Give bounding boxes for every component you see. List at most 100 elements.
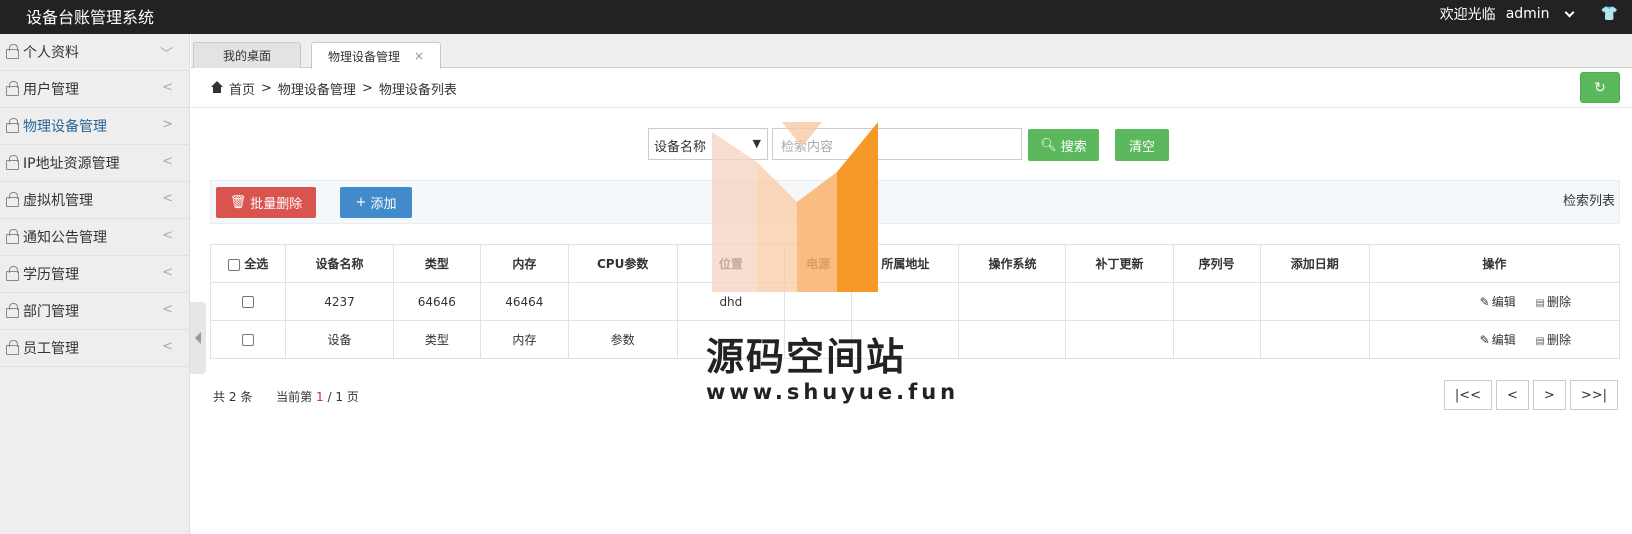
sidebar-item-label: 学历管理 — [23, 267, 79, 283]
sidebar-item-ip[interactable]: IP地址资源管理 < — [0, 145, 189, 182]
column-header: 操作系统 — [958, 244, 1067, 283]
row-actions: 编辑 删除 — [1368, 320, 1621, 359]
sidebar-collapse-toggle[interactable] — [190, 302, 206, 374]
chevron-left-icon: < — [162, 228, 173, 243]
trash-icon: 🗑︎ — [229, 195, 247, 210]
theme-icon[interactable]: 👕 — [1601, 6, 1618, 22]
select-all-label: 全选 — [244, 257, 269, 271]
sidebar-item-users[interactable]: 用户管理 < — [0, 71, 189, 108]
sidebar-item-label: 个人资料 — [23, 45, 79, 61]
batch-delete-button[interactable]: 🗑︎ 批量删除 — [216, 187, 316, 218]
breadcrumb-separator: > — [361, 81, 373, 96]
pagination-info: 共 2 条 当前第 1 / 1 页 — [213, 388, 359, 405]
chevron-right-icon: > — [162, 117, 173, 132]
table-cell — [1172, 320, 1261, 359]
refresh-button[interactable]: ↻ — [1580, 72, 1620, 103]
search-button-label: 搜索 — [1060, 139, 1087, 155]
last-page-button[interactable]: >>| — [1569, 380, 1618, 410]
page-suffix: 页 — [346, 390, 359, 404]
chevron-down-icon[interactable] — [1564, 7, 1575, 17]
search-list-label: 检索列表 — [1562, 194, 1615, 209]
clear-button-label: 清空 — [1128, 139, 1155, 155]
sidebar-item-profile[interactable]: 个人资料 ﹀ — [0, 34, 189, 71]
prev-page-button[interactable]: < — [1496, 380, 1529, 410]
search-icon: 🔍︎ — [1040, 137, 1057, 153]
table-cell — [958, 320, 1067, 359]
total-count: 2 — [228, 390, 237, 404]
tab-strip: 我的桌面 物理设备管理 × — [191, 34, 1632, 69]
table-cell: 46464 — [480, 282, 569, 321]
add-label: 添加 — [370, 197, 397, 212]
table-cell: 4237 — [285, 282, 394, 321]
total-pages: / 1 — [327, 390, 343, 404]
breadcrumb-home[interactable]: 首页 — [229, 79, 255, 98]
row-checkbox[interactable] — [242, 334, 255, 346]
delete-button[interactable]: 删除 — [1536, 333, 1571, 347]
add-button[interactable]: + 添加 — [340, 187, 412, 218]
tab-physical-devices[interactable]: 物理设备管理 × — [311, 42, 441, 69]
table-cell: 64646 — [392, 282, 482, 321]
app-title: 设备台账管理系统 — [26, 8, 155, 27]
select-all-checkbox[interactable] — [228, 258, 241, 271]
watermark-logo — [712, 122, 878, 292]
edit-button[interactable]: 编辑 — [1480, 333, 1516, 347]
top-navbar: 设备台账管理系统 欢迎光临 admin 👕 — [0, 0, 1632, 34]
sidebar-item-department[interactable]: 部门管理 < — [0, 293, 189, 330]
edit-button[interactable]: 编辑 — [1480, 295, 1516, 309]
watermark-logo-shape — [757, 162, 797, 292]
sidebar-item-education[interactable]: 学历管理 < — [0, 256, 189, 293]
table-cell — [567, 282, 678, 321]
close-icon[interactable]: × — [414, 49, 424, 63]
watermark-text: 源码空间站 — [706, 335, 907, 379]
refresh-icon: ↻ — [1594, 79, 1606, 96]
breadcrumb-level1[interactable]: 物理设备管理 — [278, 79, 356, 98]
lock-icon — [6, 44, 19, 59]
pagination: |<< < > >>| — [1443, 380, 1618, 410]
lock-icon — [6, 303, 19, 318]
sidebar-item-physical-devices[interactable]: 物理设备管理 > — [0, 108, 189, 145]
row-actions: 编辑 删除 — [1368, 282, 1621, 321]
plus-icon: + — [355, 195, 367, 210]
table-row: 设备 类型 内存 参数 编辑 删除 — [209, 320, 1621, 359]
clear-button[interactable]: 清空 — [1115, 129, 1169, 161]
search-button[interactable]: 🔍︎ 搜索 — [1028, 129, 1099, 161]
chevron-left-icon: < — [162, 191, 173, 206]
column-header: 设备名称 — [285, 244, 394, 283]
user-menu[interactable]: 欢迎光临 admin 👕 — [1440, 4, 1618, 24]
column-header: 类型 — [392, 244, 482, 283]
sidebar-item-label: 员工管理 — [23, 341, 79, 357]
breadcrumb-separator: > — [261, 81, 272, 96]
lock-icon — [6, 155, 19, 170]
table-cell — [1259, 320, 1370, 359]
delete-button[interactable]: 删除 — [1536, 295, 1571, 309]
column-header: 补丁更新 — [1065, 244, 1174, 283]
lock-icon — [6, 266, 19, 281]
current-prefix: 当前第 — [276, 390, 313, 404]
total-suffix: 条 — [240, 390, 253, 404]
watermark-logo-shape — [712, 132, 757, 292]
column-header: CPU参数 — [567, 244, 678, 283]
sidebar-item-notice[interactable]: 通知公告管理 < — [0, 219, 189, 256]
breadcrumb: 首页 > 物理设备管理 > 物理设备列表 — [211, 79, 457, 98]
table-cell — [1172, 282, 1261, 321]
sidebar-item-staff[interactable]: 员工管理 < — [0, 330, 189, 367]
table-cell: 设备 — [285, 320, 394, 359]
sidebar: 个人资料 ﹀ 用户管理 < 物理设备管理 > IP地址资源管理 < 虚拟机管理 … — [0, 34, 190, 534]
select-all-header[interactable]: 全选 — [209, 244, 287, 283]
row-checkbox[interactable] — [242, 296, 255, 308]
search-field-value: 设备名称 — [654, 140, 707, 155]
lock-icon — [6, 340, 19, 355]
column-header: 操作 — [1368, 244, 1621, 283]
username[interactable]: admin — [1506, 6, 1550, 22]
chevron-left-icon: < — [162, 302, 173, 317]
next-page-button[interactable]: > — [1532, 380, 1566, 410]
lock-icon — [6, 81, 19, 96]
chevron-left-icon: < — [162, 80, 173, 95]
sidebar-item-vm[interactable]: 虚拟机管理 < — [0, 182, 189, 219]
first-page-button[interactable]: |<< — [1443, 380, 1493, 410]
table-cell: 内存 — [480, 320, 569, 359]
total-prefix: 共 — [213, 390, 226, 404]
lock-icon — [6, 229, 19, 244]
column-header: 序列号 — [1172, 244, 1261, 283]
tab-desktop[interactable]: 我的桌面 — [193, 42, 301, 68]
